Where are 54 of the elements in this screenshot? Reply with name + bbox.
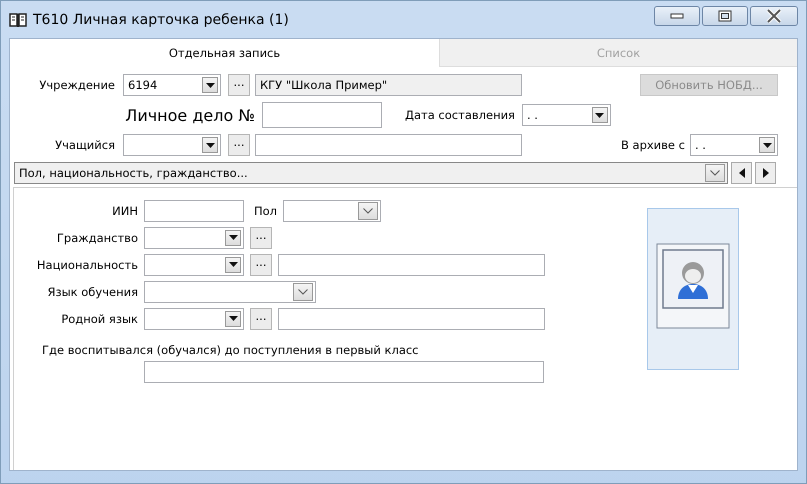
person-icon [656, 243, 730, 329]
field-label: Гражданство [56, 230, 138, 244]
caret-icon[interactable] [225, 310, 241, 326]
minimize-icon [670, 12, 684, 18]
archive-date-dropdown[interactable]: . . [690, 134, 778, 156]
browse-button[interactable]: ... [228, 134, 250, 156]
text-field[interactable] [144, 361, 544, 383]
browse-button[interactable]: ... [250, 308, 272, 330]
name-field[interactable] [278, 308, 545, 330]
file-number-field[interactable] [262, 102, 382, 128]
caret-icon[interactable] [202, 77, 218, 93]
minimize-button[interactable] [654, 6, 700, 26]
field-label: Пол [254, 204, 278, 218]
date-dropdown[interactable]: . . [522, 104, 611, 126]
field-label: В архиве с [620, 138, 685, 152]
field-label: Язык обучения [46, 284, 138, 298]
gender-dropdown[interactable] [283, 200, 382, 222]
browse-button[interactable]: ... [228, 74, 250, 96]
field-label: Личное дело № [124, 106, 255, 124]
section-dropdown[interactable]: Пол, национальность, гражданство... [14, 162, 728, 184]
institution-field: КГУ "Школа Пример" [255, 74, 522, 96]
field-label: Где воспитывался (обучался) до поступления в первый класс [42, 343, 419, 357]
chevron-icon[interactable] [705, 164, 725, 182]
language-dropdown[interactable] [144, 280, 316, 302]
browse-button[interactable]: ... [250, 254, 272, 276]
field-label: Учащийся [54, 138, 115, 152]
chevron-icon[interactable] [358, 202, 378, 220]
student-name-field[interactable] [255, 134, 522, 156]
book-icon [9, 12, 27, 28]
field-label: ИИН [111, 204, 138, 218]
previous-button[interactable] [731, 162, 752, 184]
browse-button[interactable]: ... [250, 226, 272, 248]
caret-icon[interactable] [592, 107, 608, 123]
caret-icon[interactable] [202, 137, 218, 153]
field-label: Родной язык [60, 312, 138, 326]
left-arrow-icon [738, 168, 744, 178]
field-label: Национальность [36, 258, 138, 272]
code-dropdown[interactable]: 6194 [123, 74, 221, 96]
chevron-icon[interactable] [293, 282, 313, 300]
name-field[interactable] [278, 254, 545, 276]
caret-icon[interactable] [225, 230, 241, 246]
maximize-button[interactable] [702, 6, 748, 26]
close-icon [766, 8, 782, 22]
caret-icon[interactable] [225, 256, 241, 272]
next-button[interactable] [755, 162, 776, 184]
close-button[interactable] [750, 6, 798, 26]
iin-field[interactable] [144, 200, 244, 222]
photo-placeholder[interactable] [647, 208, 739, 370]
window-title: Т610 Личная карточка ребенка (1) [33, 12, 289, 28]
right-arrow-icon [762, 168, 768, 178]
field-label: Дата составления [405, 108, 515, 122]
maximize-icon [718, 10, 732, 22]
caret-icon[interactable] [759, 137, 775, 153]
field-label: Учреждение [38, 78, 115, 92]
